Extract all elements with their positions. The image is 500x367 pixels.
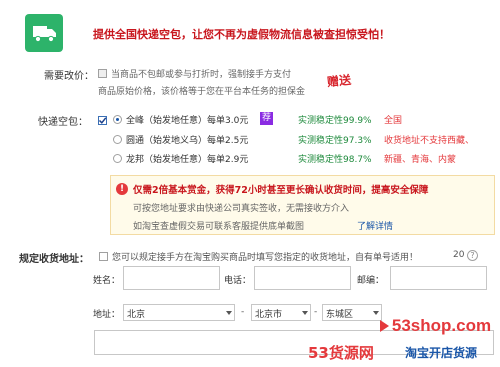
express-note: 收货地址不支持西藏、 — [384, 136, 475, 146]
city-value: 北京市 — [255, 310, 283, 320]
help-icon[interactable]: ? — [467, 250, 478, 261]
district-value: 东城区 — [326, 310, 354, 320]
express-note: 全国 — [384, 116, 403, 126]
express-option-label: 圆通（始发地义乌）每单2.5元 — [126, 136, 249, 146]
notice-box: ! 仅需2倍基本赏金，获得72小时甚至更长确认收货时间，提高安全保障 可按您地址… — [110, 175, 495, 235]
truck-icon — [25, 14, 63, 52]
express-option-3[interactable]: 龙邦（始发地任意）每单2.9元 实测稳定性98.7% 新疆、青海、内蒙 — [113, 152, 493, 166]
learn-more-link[interactable]: 了解详情 — [357, 219, 393, 232]
price-change-line2: 商品原始价格，该价格等于您在平台本任务的担保金 — [98, 87, 306, 97]
express-checkbox[interactable] — [98, 116, 107, 125]
count-text: 20 — [453, 250, 465, 260]
name-input[interactable] — [123, 266, 220, 290]
express-note: 新疆、青海、内蒙 — [384, 155, 457, 165]
province-select[interactable]: 北京 — [123, 304, 235, 321]
watermark-site: 53shop.com — [380, 316, 491, 336]
addr-label: 地址： — [93, 310, 121, 320]
express-option-label: 龙邦（始发地任意）每单2.9元 — [126, 155, 249, 165]
express-option-2[interactable]: 圆通（始发地义乌）每单2.5元 实测稳定性97.3% 收货地址不支持西藏、 — [113, 133, 493, 147]
stability-text: 实测稳定性97.3% — [298, 136, 372, 146]
stability-text: 实测稳定性99.9% — [298, 116, 372, 126]
province-value: 北京 — [127, 310, 146, 320]
play-icon — [380, 320, 389, 332]
chevron-down-icon — [373, 311, 379, 315]
chevron-down-icon — [226, 311, 232, 315]
radio-button[interactable] — [113, 135, 122, 144]
phone-label: 电话： — [224, 276, 252, 286]
banner: 提供全国快递空包，让您不再为虚假物流信息被查担惊受怕！ — [25, 14, 495, 54]
separator: - — [314, 307, 318, 317]
watermark-logo: 53货源网 — [308, 344, 374, 362]
banner-text: 提供全国快递空包，让您不再为虚假物流信息被查担惊受怕！ — [93, 28, 390, 41]
notice-line3: 如淘宝查虚假交易可联系客服提供底单截图 — [133, 222, 305, 232]
express-option-1[interactable]: 全峰（始发地任意）每单3.0元 荐 实测稳定性99.9% 全国 — [113, 112, 493, 127]
price-change-label: 需要改价： — [44, 71, 94, 82]
address-checkbox[interactable] — [99, 252, 108, 261]
address-desc: 您可以规定接手方在淘宝购买商品时填写您指定的收货地址，自有单号适用！ — [112, 253, 419, 263]
address-label: 规定收货地址： — [19, 254, 89, 265]
recommend-badge: 荐 — [260, 112, 273, 125]
phone-input[interactable] — [254, 266, 351, 290]
notice-line2: 可按您地址要求由快递公司真实签收，无需接收方介入 — [133, 204, 350, 214]
stability-text: 实测稳定性98.7% — [298, 155, 372, 165]
name-label: 姓名： — [93, 276, 121, 286]
chevron-down-icon — [302, 311, 308, 315]
zip-input[interactable] — [390, 266, 487, 290]
gift-stamp: 赠送 — [326, 72, 352, 90]
radio-button[interactable] — [113, 115, 122, 124]
express-option-label: 全峰（始发地任意）每单3.0元 — [126, 116, 249, 126]
price-change-checkbox[interactable] — [98, 69, 107, 78]
express-label: 快递空包： — [38, 117, 88, 128]
separator: - — [241, 307, 245, 317]
watermark-site-text: 53shop.com — [391, 316, 492, 335]
zip-label: 邮编： — [357, 276, 385, 286]
city-select[interactable]: 北京市 — [251, 304, 311, 321]
notice-title: 仅需2倍基本赏金，获得72小时甚至更长确认收货时间，提高安全保障 — [133, 185, 429, 196]
watermark-slogan: 淘宝开店货源 — [405, 346, 478, 360]
radio-button[interactable] — [113, 154, 122, 163]
district-select[interactable]: 东城区 — [322, 304, 382, 321]
warning-icon: ! — [116, 183, 128, 195]
price-change-line1: 当商品不包邮或参与打折时，强制接手方支付 — [111, 70, 292, 80]
